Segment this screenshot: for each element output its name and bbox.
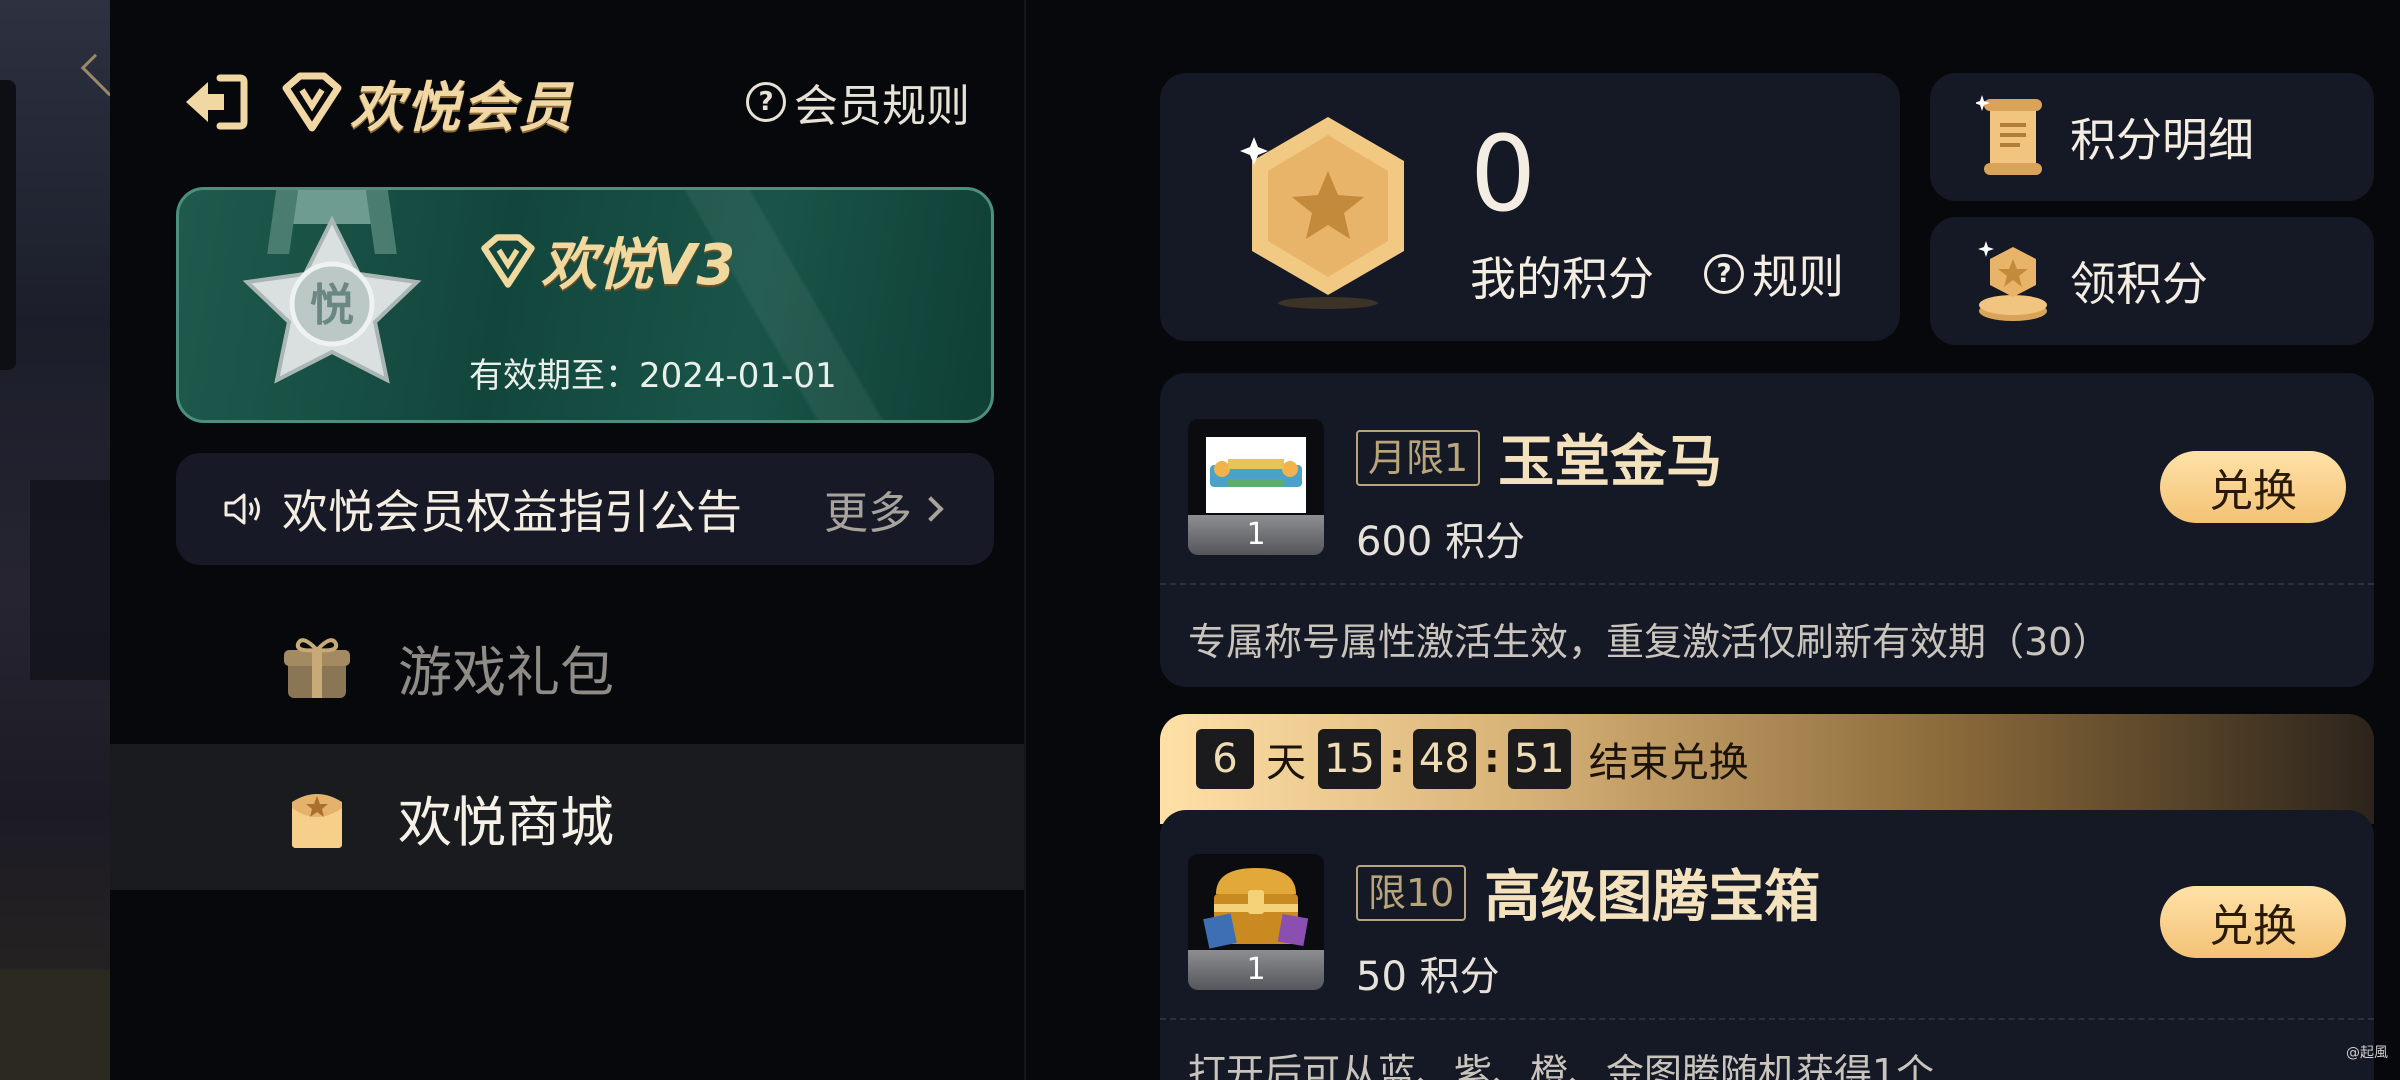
product-card: 1 月限1 玉堂金马 600 积分 兑换 专属称号属性激活生效，重复激活仅刷新有… [1160, 373, 2374, 687]
left-panel: 欢悦会员 ? 会员规则 悦 欢悦V3 有效期至：2024-01-01 欢悦会员权… [110, 0, 1025, 1080]
nav-label-mall: 欢悦商城 [398, 790, 614, 854]
countdown-minutes: 48 [1412, 729, 1476, 789]
exit-icon [186, 74, 248, 130]
vip-level: 欢悦V3 [479, 220, 735, 301]
claim-points-label: 领积分 [2070, 257, 2208, 311]
countdown-separator: : [1483, 736, 1500, 782]
product-description: 专属称号属性激活生效，重复激活仅刷新有效期（30） [1188, 620, 2111, 664]
announcement-text: 欢悦会员权益指引公告 [282, 485, 742, 539]
chevron-right-icon [918, 496, 944, 522]
vip-level-text: 欢悦V3 [541, 233, 736, 298]
nav-item-game-gift[interactable]: 游戏礼包 [110, 594, 1025, 740]
product-description: 打开后可从蓝、紫、橙、金图腾随机获得1个 [1188, 1051, 1935, 1080]
exchange-button[interactable]: 兑换 [2160, 886, 2346, 958]
nav-item-mall[interactable]: 欢悦商城 [110, 744, 1025, 890]
product-quantity: 1 [1188, 515, 1324, 555]
game-bg-ground [0, 970, 110, 1080]
points-detail-label: 积分明细 [2070, 113, 2254, 167]
points-value: 0 [1470, 113, 1537, 235]
product-divider [1160, 583, 2374, 585]
product-card: 1 限10 高级图腾宝箱 50 积分 兑换 打开后可从蓝、紫、橙、金图腾随机获得… [1160, 810, 2374, 1080]
countdown-days: 6 [1196, 729, 1254, 789]
product-quantity: 1 [1188, 950, 1324, 990]
game-background [0, 0, 124, 1080]
vip-card[interactable]: 悦 欢悦V3 有效期至：2024-01-01 [176, 187, 994, 423]
right-panel: 0 我的积分 ? 规则 积分明细 领积分 1 月限1 玉堂金马 600 积分 兑… [1026, 0, 2400, 1080]
points-rules-link[interactable]: ? 规则 [1704, 241, 1844, 307]
brand: 欢悦会员 [280, 62, 574, 142]
speaker-icon [224, 493, 260, 525]
member-rules-link[interactable]: ? 会员规则 [746, 72, 970, 132]
vip-expire-date: 有效期至：2024-01-01 [469, 356, 837, 396]
announcement-bar[interactable]: 欢悦会员权益指引公告 更多 [176, 453, 994, 565]
treasure-chest-icon [1203, 868, 1309, 949]
brand-name: 欢悦会员 [350, 75, 574, 139]
product-name: 玉堂金马 [1498, 430, 1723, 495]
more-label: 更多 [824, 488, 912, 539]
points-card: 0 我的积分 ? 规则 [1160, 73, 1900, 341]
question-icon: ? [1704, 254, 1744, 294]
question-icon: ? [746, 82, 786, 122]
exchange-button[interactable]: 兑换 [2160, 451, 2346, 523]
countdown-hours: 15 [1318, 729, 1381, 789]
member-rules-label: 会员规则 [794, 81, 970, 132]
coin-badge-icon [1978, 241, 2047, 321]
product-cost: 50 积分 [1356, 954, 1500, 1000]
mall-icon [292, 794, 342, 848]
countdown-row: 6 天 15 : 48 : 51 结束兑换 [1196, 729, 1749, 789]
scroll-icon [1976, 95, 2042, 175]
points-detail-card[interactable]: 积分明细 [1930, 73, 2374, 201]
medal-icon: 悦 [242, 190, 422, 384]
product-thumbnail: 1 [1188, 854, 1324, 990]
countdown-banner: 6 天 15 : 48 : 51 结束兑换 [1160, 714, 2374, 824]
back-button[interactable] [180, 72, 250, 132]
nav-label-game-gift: 游戏礼包 [398, 640, 614, 704]
medal-char: 悦 [310, 280, 354, 331]
product-cost: 600 积分 [1356, 519, 1526, 565]
points-badge-icon [1240, 117, 1404, 309]
product-title-row: 限10 高级图腾宝箱 [1356, 852, 1820, 933]
game-bg-panel [0, 80, 16, 370]
limit-tag: 月限1 [1356, 429, 1481, 486]
product-name: 高级图腾宝箱 [1484, 865, 1821, 930]
points-rules-label: 规则 [1752, 250, 1844, 304]
brand-logo-icon [282, 72, 342, 132]
game-bg-building [30, 480, 110, 680]
countdown-seconds: 51 [1507, 729, 1571, 789]
countdown-end-text: 结束兑换 [1588, 740, 1749, 786]
limit-tag: 限10 [1356, 864, 1467, 921]
product-thumbnail: 1 [1188, 419, 1324, 555]
countdown-days-unit: 天 [1266, 740, 1306, 786]
vip-logo-icon [481, 233, 535, 288]
header: 欢悦会员 ? 会员规则 [180, 62, 970, 142]
announcement-more-link[interactable]: 更多 [824, 477, 944, 541]
product-title-row: 月限1 玉堂金马 [1356, 417, 1722, 498]
countdown-separator: : [1388, 736, 1405, 782]
points-label: 我的积分 [1470, 252, 1654, 306]
watermark: @起風 [2346, 1045, 2388, 1061]
claim-points-card[interactable]: 领积分 [1930, 217, 2374, 345]
gift-icon [284, 638, 350, 698]
title-badge-icon [1206, 437, 1306, 513]
product-divider [1160, 1018, 2374, 1020]
